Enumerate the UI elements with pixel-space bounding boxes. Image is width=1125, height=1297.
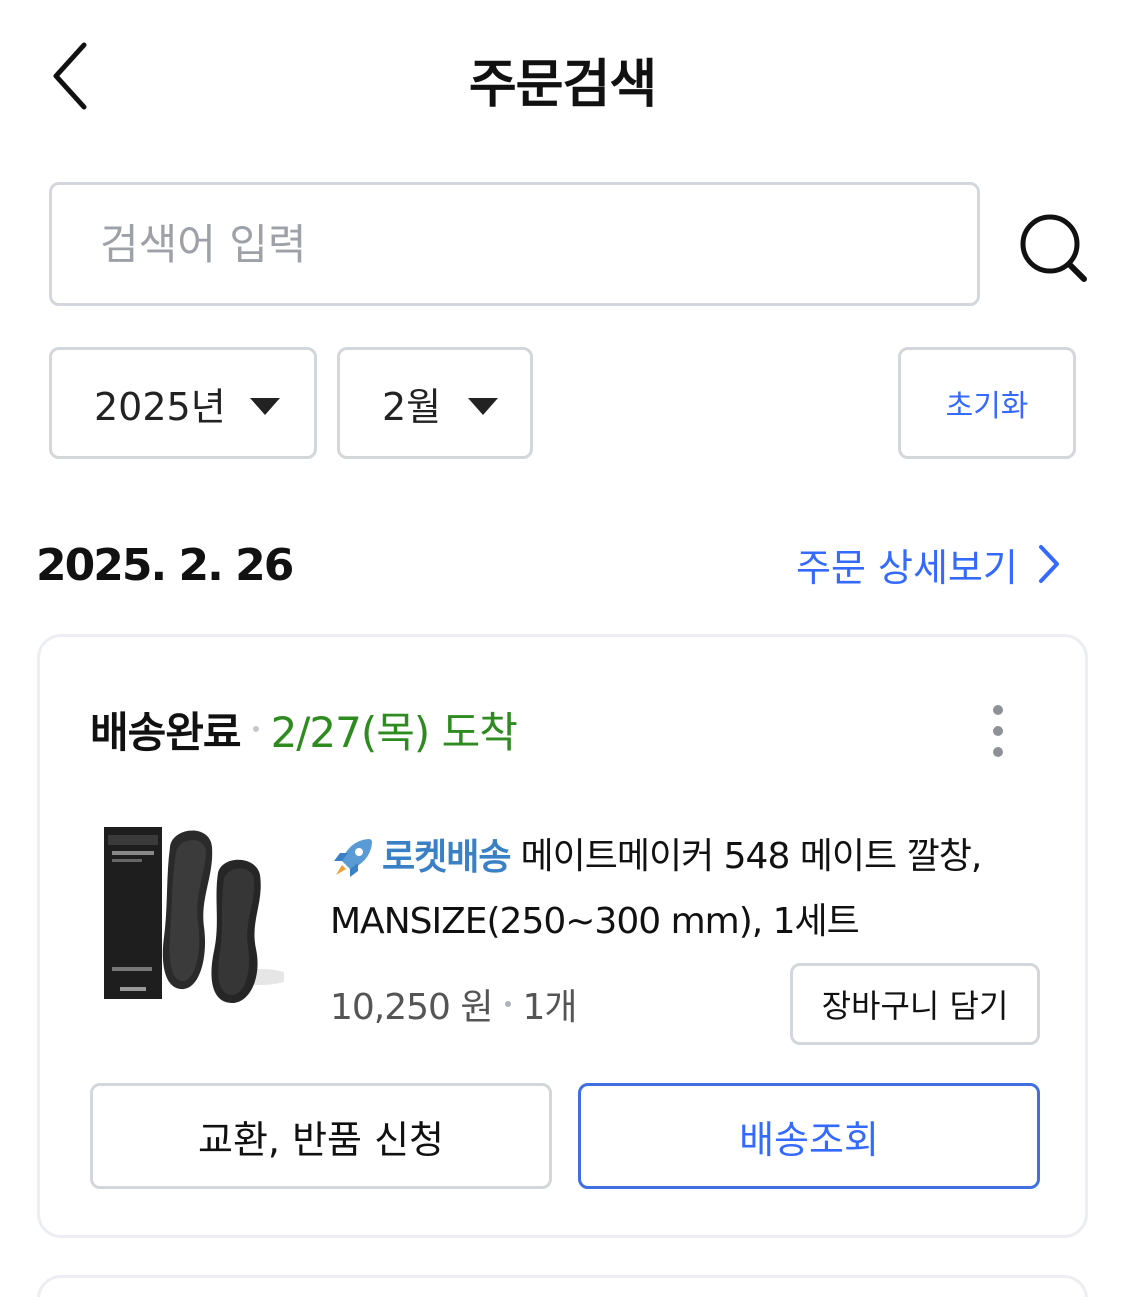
search-button[interactable]: [1012, 208, 1092, 288]
year-select-value: 2025년: [94, 384, 226, 429]
search-icon: [1020, 214, 1087, 282]
product-thumbnail[interactable]: [100, 817, 284, 1011]
status-row: 배송완료 2/27(목) 도착: [90, 703, 518, 757]
order-date: 2025. 2. 26: [36, 540, 294, 591]
delivery-status: 배송완료: [90, 707, 242, 757]
header: 주문검색: [0, 0, 1125, 150]
month-select[interactable]: 2월: [337, 347, 533, 459]
rocket-delivery-label: 로켓배송: [382, 837, 511, 878]
track-delivery-button[interactable]: 배송조회: [578, 1083, 1040, 1189]
more-vertical-icon[interactable]: [980, 701, 1016, 761]
chevron-right-icon: [1038, 545, 1059, 583]
product-price: 10,250 원: [330, 987, 494, 1028]
product-name[interactable]: 로켓배송 메이트메이커 548 메이트 깔창, MANSIZE(250~300 …: [330, 825, 1050, 954]
order-detail-label: 주문 상세보기: [796, 545, 1018, 590]
year-select[interactable]: 2025년: [49, 347, 317, 459]
separator-dot: [504, 1001, 511, 1007]
page-title: 주문검색: [468, 55, 657, 115]
next-order-card: [37, 1275, 1088, 1297]
rocket-icon: [334, 839, 372, 877]
add-to-cart-button[interactable]: 장바구니 담기: [790, 963, 1040, 1045]
rocket-badge: 로켓배송: [330, 826, 511, 890]
caret-down-icon: [250, 398, 280, 415]
month-select-value: 2월: [382, 384, 442, 429]
reset-button[interactable]: 초기화: [898, 347, 1076, 459]
product-quantity: 1개: [522, 987, 578, 1028]
order-detail-link[interactable]: 주문 상세보기: [796, 536, 1060, 592]
caret-down-icon: [468, 398, 498, 415]
search-input[interactable]: [52, 185, 977, 303]
separator-dot: [252, 726, 259, 732]
price-row: 10,250 원 1개: [330, 977, 578, 1031]
arrival-date: 2/27(목) 도착: [270, 707, 518, 757]
order-card: 배송완료 2/27(목) 도착 로켓배송 메이트메이커 548 메이트 깔창, …: [37, 634, 1088, 1238]
search-box: [49, 182, 980, 306]
return-exchange-button[interactable]: 교환, 반품 신청: [90, 1083, 552, 1189]
